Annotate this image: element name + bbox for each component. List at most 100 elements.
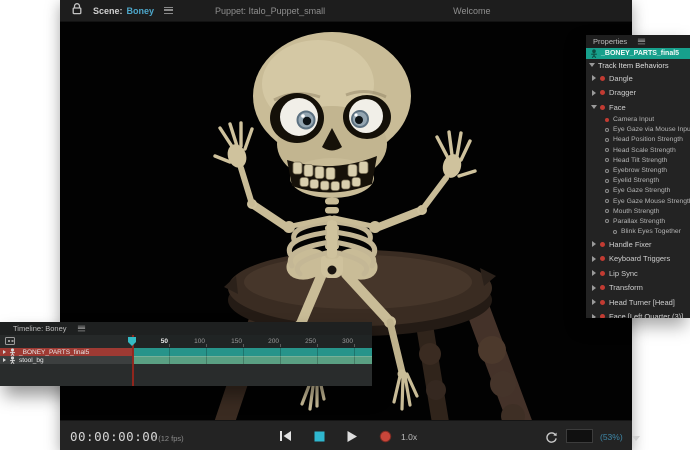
behavior-arm-dot-icon[interactable] [600, 314, 605, 318]
top-tab-bar: Scene: Boney Puppet: Italo_Puppet_small … [60, 0, 632, 22]
properties-panel-menu-icon[interactable] [638, 39, 645, 45]
skip-to-start-button[interactable] [276, 428, 294, 444]
behavior-arm-dot-icon[interactable] [600, 76, 605, 81]
scene-tab-label[interactable]: Scene: [93, 6, 123, 16]
behavior-row[interactable]: Head Scale Strength [586, 145, 690, 155]
zoom-dropdown-caret-icon[interactable] [632, 436, 640, 441]
play-button[interactable] [343, 428, 361, 444]
disclosure-triangle-icon[interactable] [592, 270, 596, 276]
timeline-panel: Timeline: Boney 50100150200250300 _BONEY… [0, 322, 372, 386]
behavior-arm-dot-icon[interactable] [605, 128, 609, 132]
behavior-arm-dot-icon[interactable] [605, 219, 609, 223]
lock-icon[interactable] [71, 2, 83, 20]
timeline-tool-icon[interactable] [5, 337, 15, 345]
behavior-row[interactable]: Transform [586, 280, 690, 295]
behavior-arm-dot-icon[interactable] [605, 158, 609, 162]
ruler-label: 200 [244, 335, 281, 348]
behavior-label: Lip Sync [609, 269, 638, 278]
ruler-label: 250 [281, 335, 318, 348]
disclosure-triangle-icon[interactable] [592, 256, 596, 262]
disclosure-triangle-icon[interactable] [592, 299, 596, 305]
behavior-row[interactable]: Head Turner [Head] [586, 295, 690, 310]
viewport-zoom-level[interactable]: (53%) [600, 432, 623, 442]
behavior-label: Keyboard Triggers [609, 254, 670, 263]
behavior-arm-dot-icon[interactable] [605, 169, 609, 173]
disclosure-triangle-icon[interactable] [3, 350, 6, 354]
stop-button[interactable] [310, 428, 328, 444]
behavior-row[interactable]: Eye Gaze via Mouse Input [586, 125, 690, 135]
behavior-row[interactable]: Parallax Strength [586, 216, 690, 226]
behavior-arm-dot-icon[interactable] [600, 271, 605, 276]
disclosure-triangle-icon[interactable] [592, 241, 596, 247]
behavior-arm-dot-icon[interactable] [600, 285, 605, 290]
timeline-track-row[interactable]: stool_bg [0, 356, 372, 364]
skeleton-skull-graphic [253, 32, 411, 198]
behavior-label: Camera Input [613, 116, 654, 123]
disclosure-triangle-icon[interactable] [591, 105, 597, 109]
disclosure-triangle-icon[interactable] [592, 75, 596, 81]
properties-tab[interactable]: Properties [586, 35, 690, 48]
playback-speed[interactable]: 1.0x [401, 432, 417, 442]
behavior-row[interactable]: Blink Eyes Together [586, 227, 690, 237]
behavior-arm-dot-icon[interactable] [605, 189, 609, 193]
behavior-row[interactable]: Lip Sync [586, 266, 690, 281]
behavior-label: Blink Eyes Together [621, 228, 681, 235]
behavior-arm-dot-icon[interactable] [600, 90, 605, 95]
scene-panel-menu-icon[interactable] [164, 7, 173, 14]
behavior-label: Head Turner [Head] [609, 298, 675, 307]
behavior-row[interactable]: Camera Input [586, 115, 690, 125]
behavior-row[interactable]: Dangle [586, 71, 690, 86]
disclosure-triangle-icon[interactable] [589, 63, 595, 67]
behavior-arm-dot-icon[interactable] [613, 230, 617, 234]
behavior-row[interactable]: Head Position Strength [586, 135, 690, 145]
timeline-empty-area[interactable] [0, 364, 372, 386]
behavior-arm-dot-icon[interactable] [605, 209, 609, 213]
behavior-row[interactable]: Face [Left Quarter (3)] [586, 309, 690, 318]
behavior-row[interactable]: Face [586, 100, 690, 115]
tab-puppet[interactable]: Puppet: Italo_Puppet_small [215, 6, 325, 16]
track-header[interactable]: stool_bg [0, 356, 133, 364]
behavior-arm-dot-icon[interactable] [600, 242, 605, 247]
behavior-arm-dot-icon[interactable] [605, 148, 609, 152]
refresh-icon[interactable] [542, 429, 560, 445]
behavior-arm-dot-icon[interactable] [605, 138, 609, 142]
tab-welcome[interactable]: Welcome [453, 6, 490, 16]
scene-tab-name[interactable]: Boney [127, 6, 155, 16]
timeline-panel-menu-icon[interactable] [77, 326, 84, 332]
behavior-arm-dot-icon[interactable] [600, 256, 605, 261]
selected-track-item[interactable]: _BONEY_PARTS_final5 [586, 48, 690, 59]
behavior-row[interactable]: Mouth Strength [586, 206, 690, 216]
behavior-row[interactable]: Eye Gaze Mouse Strength [586, 196, 690, 206]
behavior-row[interactable]: Keyboard Triggers [586, 251, 690, 266]
behavior-row[interactable]: Handle Fixer [586, 237, 690, 252]
track-take-bar[interactable] [133, 356, 372, 364]
behavior-arm-dot-icon[interactable] [605, 118, 609, 122]
disclosure-triangle-icon[interactable] [592, 90, 596, 96]
timeline-tab[interactable]: Timeline: Boney [0, 322, 372, 335]
timeline-ruler[interactable]: 50100150200250300 [133, 335, 372, 348]
behavior-row[interactable]: Head Tilt Strength [586, 155, 690, 165]
behavior-row[interactable]: Eyelid Strength [586, 176, 690, 186]
timeline-track-row[interactable]: _BONEY_PARTS_final5 [0, 348, 372, 356]
behavior-arm-dot-icon[interactable] [600, 300, 605, 305]
disclosure-triangle-icon[interactable] [592, 285, 596, 291]
disclosure-triangle-icon[interactable] [3, 358, 6, 362]
puppet-icon [590, 49, 598, 58]
behavior-row[interactable]: Dragger [586, 86, 690, 101]
track-header[interactable]: _BONEY_PARTS_final5 [0, 348, 133, 356]
behavior-row[interactable]: Eye Gaze Strength [586, 186, 690, 196]
behavior-label: Face [609, 103, 626, 112]
track-item-behaviors-header[interactable]: Track Item Behaviors [586, 59, 690, 71]
behavior-arm-dot-icon[interactable] [600, 105, 605, 110]
behavior-label: Eye Gaze Mouse Strength [613, 198, 690, 205]
disclosure-triangle-icon[interactable] [592, 314, 596, 319]
behavior-label: Eyelid Strength [613, 177, 659, 184]
record-button[interactable] [376, 428, 394, 444]
behavior-arm-dot-icon[interactable] [605, 199, 609, 203]
track-take-bar[interactable] [133, 348, 372, 356]
behavior-arm-dot-icon[interactable] [605, 179, 609, 183]
behavior-label: Handle Fixer [609, 240, 652, 249]
behavior-row[interactable]: Eyebrow Strength [586, 165, 690, 175]
puppet-icon [9, 348, 16, 356]
background-color-swatch[interactable] [566, 429, 593, 443]
